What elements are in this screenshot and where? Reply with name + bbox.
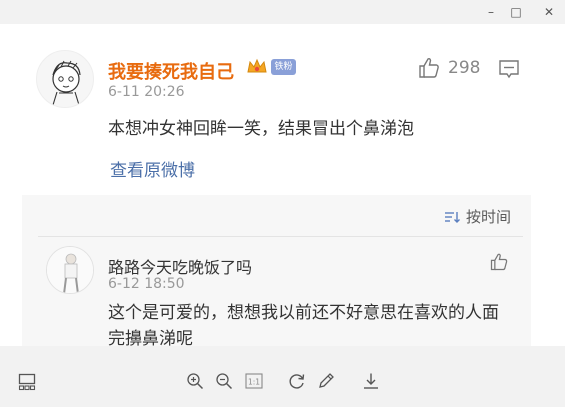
download-icon[interactable] <box>362 372 380 390</box>
reply-text: 这个是可爱的，想想我以前还不好意思在喜欢的人面完擤鼻涕呢 <box>108 303 499 346</box>
view-original-link[interactable]: 查看原微博 <box>110 156 195 181</box>
reply-thumbs-up-icon[interactable] <box>489 252 509 272</box>
post-avatar[interactable] <box>36 50 94 108</box>
maximize-button[interactable]: □ <box>508 4 524 20</box>
sort-by-time-label[interactable]: 按时间 <box>466 206 511 227</box>
viewer-toolbar: 1:1 <box>0 346 565 407</box>
thumbnail-icon[interactable] <box>18 373 36 391</box>
image-viewer-window: – □ ✕ 我要揍死我自己 铁粉 6-11 20:26 本想冲女神回眸一笑，结果… <box>0 0 565 407</box>
post-username[interactable]: 我要揍死我自己 <box>108 58 234 84</box>
title-bar: – □ ✕ <box>0 0 565 24</box>
close-button[interactable]: ✕ <box>541 4 557 20</box>
person-avatar-icon <box>47 247 93 293</box>
edit-icon[interactable] <box>317 372 335 390</box>
reply-username[interactable]: 路路今天吃晚饭了吗 <box>108 254 252 278</box>
fan-badge: 铁粉 <box>271 59 296 75</box>
minimize-button[interactable]: – <box>483 4 499 20</box>
like-count: 298 <box>448 58 481 78</box>
sort-icon[interactable] <box>444 210 460 224</box>
zoom-out-icon[interactable] <box>215 372 233 390</box>
crown-badge-icon <box>247 58 267 73</box>
thumbs-up-icon[interactable] <box>417 56 441 80</box>
reply-avatar[interactable] <box>46 246 94 294</box>
zoom-in-icon[interactable] <box>186 372 204 390</box>
cartoon-avatar-icon <box>52 60 81 106</box>
post-text: 本想冲女神回眸一笑，结果冒出个鼻涕泡 <box>108 119 414 139</box>
divider <box>38 236 523 237</box>
rotate-icon[interactable] <box>288 372 306 390</box>
svg-text:1:1: 1:1 <box>248 378 260 387</box>
reply-timestamp: 6-12 18:50 <box>108 276 185 292</box>
post-timestamp: 6-11 20:26 <box>108 84 185 100</box>
comment-icon[interactable] <box>498 59 520 79</box>
screenshot-content: 我要揍死我自己 铁粉 6-11 20:26 本想冲女神回眸一笑，结果冒出个鼻涕泡… <box>0 24 565 346</box>
actual-size-icon[interactable]: 1:1 <box>245 372 263 390</box>
